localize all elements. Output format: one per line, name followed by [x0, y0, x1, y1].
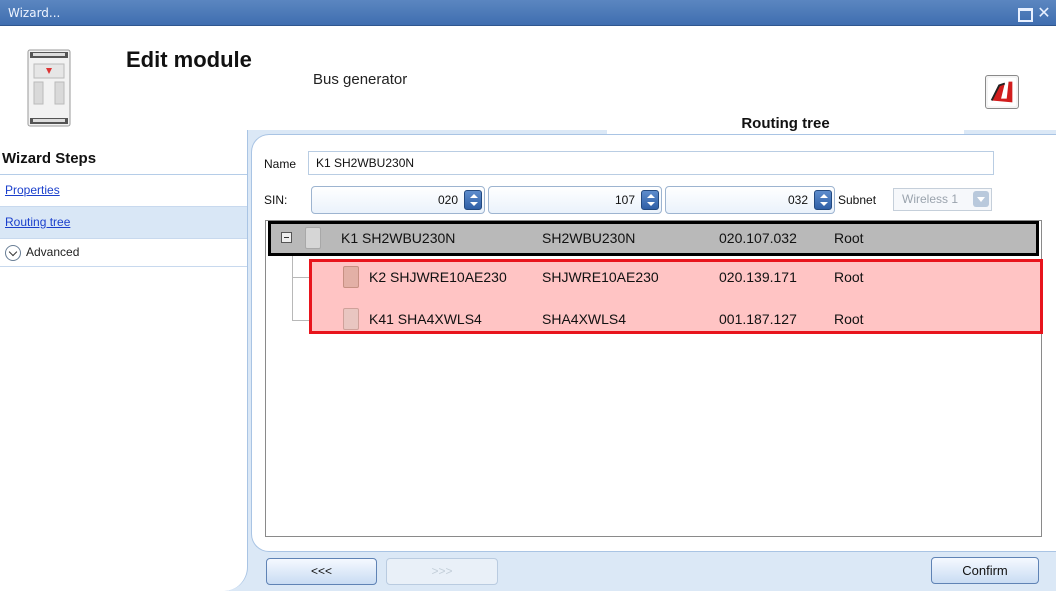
sin-field-2[interactable]: 107: [488, 186, 662, 214]
confirm-button[interactable]: Confirm: [931, 557, 1039, 584]
sin-label: SIN:: [264, 193, 288, 207]
advanced-label: Advanced: [26, 245, 80, 259]
subnet-value: Wireless 1: [902, 192, 959, 206]
tree-cell-address: 001.187.127: [719, 311, 797, 327]
sin-3-spin-icon[interactable]: [814, 190, 832, 210]
back-button[interactable]: <<<: [266, 558, 377, 585]
restore-icon[interactable]: [1016, 5, 1033, 22]
sidebar-title: Wizard Steps: [2, 150, 97, 167]
sin-value-3: 032: [787, 193, 808, 207]
advanced-expander[interactable]: Advanced: [0, 239, 247, 267]
tree-cell-model: SH2WBU230N: [542, 230, 636, 246]
subnet-select[interactable]: Wireless 1: [893, 188, 992, 211]
sin-field-1[interactable]: 020: [311, 186, 485, 214]
name-label: Name: [264, 157, 297, 171]
module-device-icon: [27, 49, 71, 127]
tree-cell-model: SHA4XWLS4: [542, 311, 627, 327]
tree-cell-name[interactable]: K2 SHJWRE10AE230: [369, 269, 507, 285]
tab-routing-tree[interactable]: Routing tree: [607, 110, 964, 134]
sin-1-spin-icon[interactable]: [464, 190, 482, 210]
tree-cell-name: K1 SH2WBU230N: [341, 230, 456, 246]
device-icon: [343, 308, 359, 330]
app-logo-icon[interactable]: [985, 75, 1019, 109]
sin-value-2: 107: [614, 193, 635, 207]
tree-cell-model: SHJWRE10AE230: [542, 269, 659, 285]
step-routing-tree[interactable]: Routing tree: [0, 207, 247, 239]
tree-cell-name[interactable]: K41 SHA4XWLS4: [369, 311, 482, 327]
wizard-sidebar: Wizard Steps Properties Routing tree Adv…: [0, 130, 248, 591]
sin-value-1: 020: [437, 193, 458, 207]
subnet-label: Subnet: [838, 193, 877, 207]
collapse-icon[interactable]: [281, 232, 292, 243]
step-routing-tree-link[interactable]: Routing tree: [5, 215, 70, 229]
tree-cell-route: Root: [834, 311, 864, 327]
next-button[interactable]: >>>: [386, 558, 498, 585]
page-title: Edit module: [126, 47, 252, 72]
tree-connector: [292, 256, 293, 320]
tree-cell-route: Root: [834, 269, 864, 285]
close-icon[interactable]: ✕: [1036, 5, 1052, 21]
window-title: Wizard...: [8, 6, 61, 20]
sin-2-spin-icon[interactable]: [641, 190, 659, 210]
chevron-down-icon[interactable]: [973, 191, 989, 207]
device-icon: [343, 266, 359, 288]
window-titlebar: Wizard... ✕: [0, 0, 1056, 26]
module-type: Bus generator: [313, 71, 408, 88]
sin-field-3[interactable]: 032: [665, 186, 835, 214]
chevron-down-icon[interactable]: [5, 244, 21, 261]
name-field[interactable]: K1 SH2WBU230N: [308, 151, 994, 175]
device-icon: [305, 227, 321, 249]
wizard-steps-list: Properties Routing tree Advanced: [0, 174, 247, 267]
step-properties-link[interactable]: Properties: [5, 183, 60, 197]
tree-cell-route: Root: [834, 230, 864, 246]
step-properties[interactable]: Properties: [0, 175, 247, 207]
tree-cell-address: 020.107.032: [719, 230, 797, 246]
tree-cell-address: 020.139.171: [719, 269, 797, 285]
